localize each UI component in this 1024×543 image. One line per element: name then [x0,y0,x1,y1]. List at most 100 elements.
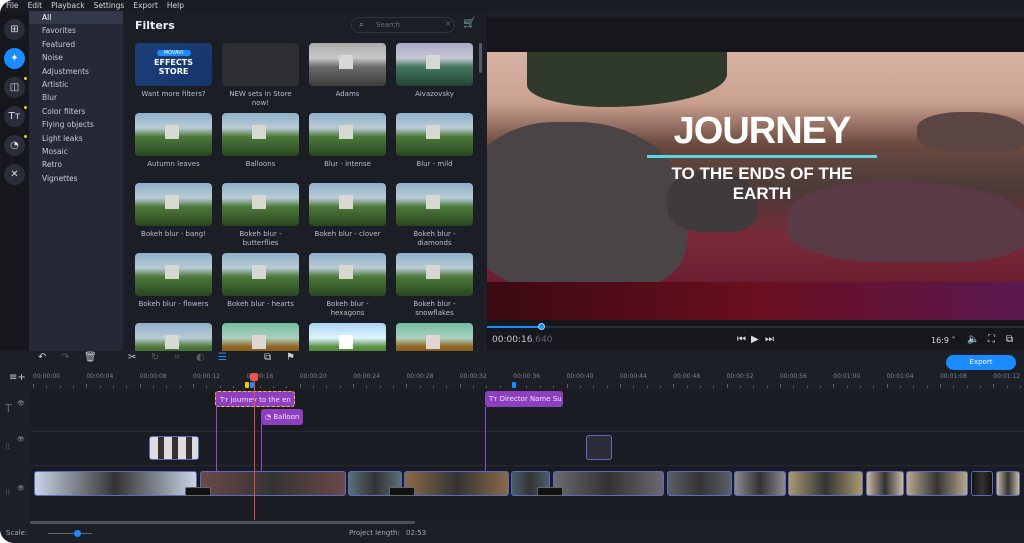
video-clip[interactable] [788,471,863,496]
video-clip[interactable] [734,471,786,496]
filter-tile[interactable]: Bokeh blur - snowflakes [396,253,473,318]
filter-tile[interactable]: Balloons [222,113,299,169]
seek-bar[interactable] [487,326,1024,328]
fullscreen-icon[interactable]: ⛶ [988,334,995,345]
rotate-icon[interactable]: ↻ [151,352,159,363]
filter-tile[interactable]: MOVAVI EFFECTS STORE Want more filters? [135,43,212,99]
scale-slider[interactable] [48,533,92,534]
import-button[interactable]: ⊞ [4,19,25,40]
sticker-clip[interactable]: ◔ Balloon [261,409,303,425]
filter-tile[interactable] [135,323,212,351]
skip-forward-icon[interactable]: ⏭ [765,334,774,345]
overlay-clip[interactable] [586,435,612,460]
menu-settings[interactable]: Settings [94,0,125,11]
category-item[interactable]: Featured [29,38,123,51]
video-clip[interactable] [996,471,1020,496]
category-item[interactable]: Noise [29,51,123,64]
filter-tile[interactable]: Bokeh blur - diamonds [396,183,473,248]
category-item[interactable]: Artistic [29,78,123,91]
category-item[interactable]: Adjustments [29,65,123,78]
marker-flag-icon[interactable]: ⚑ [286,352,295,363]
export-button[interactable]: Export [946,355,1016,370]
aspect-ratio-select[interactable]: 16:9 ˅ [931,336,956,345]
stickers-button[interactable]: ◔ [4,135,27,156]
title-clip[interactable]: Tт journey to the en [215,391,295,407]
clip-properties-icon[interactable]: ☰ [218,352,227,363]
menu-edit[interactable]: Edit [28,0,43,11]
search-input[interactable]: Search [351,17,455,33]
filter-tile[interactable]: Autumn leaves [135,113,212,169]
play-icon[interactable]: ▶ [751,334,759,345]
transition-marker[interactable] [185,487,211,496]
category-item[interactable]: Favorites [29,24,123,37]
add-track-icon[interactable]: ≡+ [9,372,26,383]
cut-icon[interactable]: ✂ [128,352,136,363]
overlay-icon[interactable]: ⧉ [264,352,271,363]
menu-playback[interactable]: Playback [51,0,84,11]
filter-tile[interactable]: NEW sets in Store now! [222,43,299,108]
marker[interactable] [245,382,249,388]
clear-icon[interactable]: ✕ [445,20,451,28]
visibility-icon[interactable]: 👁 [17,485,25,492]
transition-marker[interactable] [389,487,415,496]
video-clip[interactable] [34,471,197,496]
menu-export[interactable]: Export [133,0,158,11]
category-item[interactable]: Blur [29,91,123,104]
playhead-handle[interactable] [250,373,258,381]
visibility-icon[interactable]: 👁 [17,436,25,443]
transition-marker[interactable] [537,487,563,496]
visibility-icon[interactable]: 👁 [17,400,25,407]
scrollbar[interactable] [479,43,482,73]
title-clip[interactable]: Tт Director Name Su [485,391,563,407]
popout-icon[interactable]: ⧉ [1006,334,1013,345]
category-item[interactable]: All [29,11,123,25]
filter-tile[interactable]: Bokeh blur - hearts [222,253,299,309]
category-item[interactable]: Vignettes [29,172,123,185]
filter-tile[interactable]: Bokeh blur - butterflies [222,183,299,248]
overlay-clip[interactable] [149,436,199,460]
menu-help[interactable]: Help [167,0,184,11]
category-item[interactable]: Mosaic [29,145,123,158]
cart-icon[interactable]: 🛒 [463,18,475,29]
tools-button[interactable]: ✕ [4,164,25,185]
skip-back-icon[interactable]: ⏮ [737,334,746,345]
video-clip[interactable] [971,471,993,496]
scale-slider-handle[interactable] [74,530,81,537]
filter-tile[interactable]: Bokeh blur - flowers [135,253,212,309]
filter-tile[interactable]: Blur - mild [396,113,473,169]
marker[interactable] [512,382,516,388]
filter-tile[interactable]: Bokeh blur - bang! [135,183,212,239]
titles-button[interactable]: Tт [4,106,27,127]
color-icon[interactable]: ◐ [196,352,205,363]
volume-icon[interactable]: 🔈 [967,334,979,345]
category-item[interactable]: Flying objects [29,118,123,131]
undo-icon[interactable]: ↶ [38,352,46,363]
filter-tile[interactable]: Blur - intense [309,113,386,169]
menu-file[interactable]: File [6,0,19,11]
filter-tile[interactable]: Bokeh blur - hexagons [309,253,386,318]
redo-icon[interactable]: ↷ [61,352,69,363]
category-item[interactable]: Retro [29,158,123,171]
delete-icon[interactable]: 🗑 [84,352,97,363]
transitions-button[interactable]: ◫ [4,77,27,98]
filter-tile[interactable]: Aivazovsky [396,43,473,99]
crop-icon[interactable]: ⌗ [174,352,180,363]
video-clip[interactable] [553,471,664,496]
video-clip[interactable] [200,471,346,496]
video-clip[interactable] [667,471,732,496]
filter-tile[interactable]: Adams [309,43,386,99]
filter-tile[interactable]: Bokeh blur - clover [309,183,386,239]
video-clip[interactable] [906,471,968,496]
marker[interactable] [250,382,254,388]
filter-tile[interactable] [309,323,386,351]
magic-wand-button[interactable]: ✦ [4,48,25,69]
filter-tile[interactable] [396,323,473,351]
playhead[interactable] [254,378,255,520]
timeline-scrollbar[interactable] [30,521,415,524]
seek-handle[interactable] [538,323,545,330]
video-clip[interactable] [866,471,904,496]
category-item[interactable]: Light leaks [29,132,123,145]
video-clip[interactable] [404,471,509,496]
filter-tile[interactable] [222,323,299,351]
category-item[interactable]: Color filters [29,105,123,118]
